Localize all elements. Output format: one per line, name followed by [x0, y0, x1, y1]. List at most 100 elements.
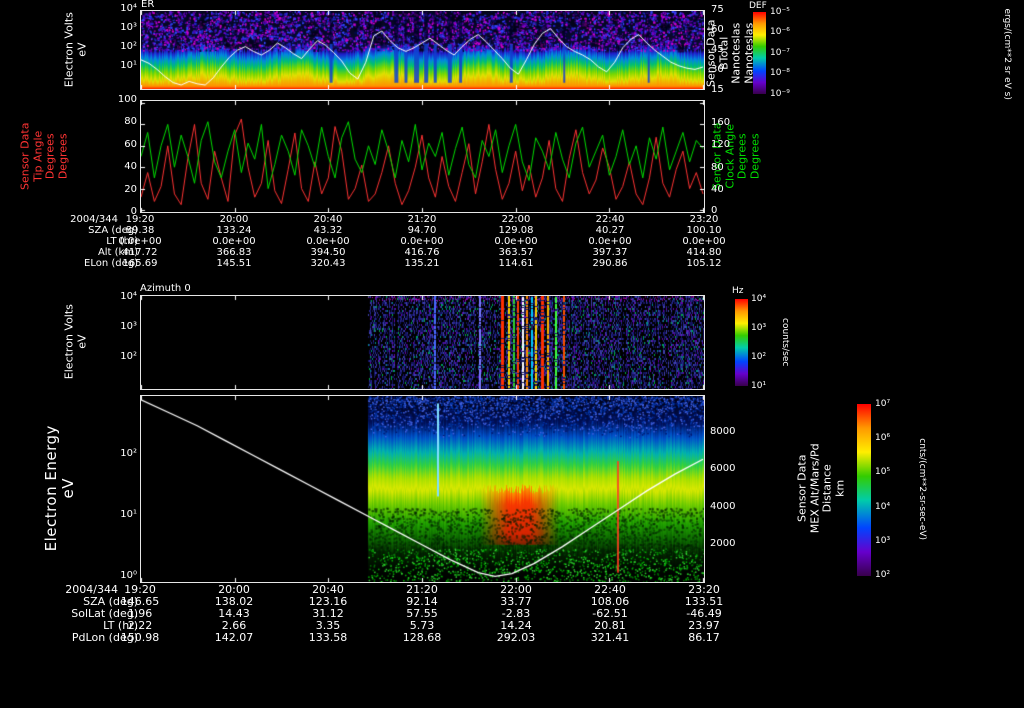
axis-label-line: Degrees [56, 133, 70, 180]
tick-label: 10⁰ [120, 570, 137, 581]
axis-label-line: eV [75, 42, 88, 57]
table-cell: 133.58 [308, 631, 348, 644]
time-tick-label: 22:00 [501, 214, 531, 225]
table-cell: 321.41 [590, 631, 630, 644]
hz-colorbar [735, 299, 748, 386]
axis-label-line: Degrees [748, 133, 762, 180]
tick-label: 10⁴ [120, 291, 137, 302]
counts-colorbar-units-label: cnts/(cm**2-sr-sec-eV) [917, 438, 928, 541]
def-colorbar-title: DEF [749, 1, 767, 11]
tick-label: 10⁶ [875, 433, 891, 443]
tick-label: 10⁻⁷ [770, 48, 790, 58]
er-panel-title: ER [141, 0, 155, 10]
tick-label: 10⁻⁵ [770, 7, 790, 17]
tick-label: 10³ [120, 22, 137, 33]
time-tick-label: 23:20 [689, 214, 719, 225]
tick-label: 4000 [710, 501, 736, 512]
tick-label: 10¹ [120, 60, 137, 71]
hz-colorbar-title: Hz [732, 286, 744, 296]
azimuth-spectrogram-canvas [141, 296, 704, 389]
time-tick-label: 20:40 [313, 214, 343, 225]
table-cell: 31.12 [312, 607, 344, 620]
table-cell: 363.57 [498, 247, 534, 258]
table-cell: 89.38 [125, 225, 155, 236]
table-cell: 108.06 [590, 595, 630, 608]
table-cell: 14.43 [218, 607, 250, 620]
tick-label: 2000 [710, 538, 736, 549]
table-cell: 0.0e+00 [306, 236, 350, 247]
axis-label-line: eV [59, 478, 77, 499]
azimuth-spectrogram-panel [140, 295, 705, 390]
axis-label-line: Electron Volts [62, 12, 76, 88]
tick-label: 10² [751, 352, 767, 362]
tick-label: 10³ [875, 536, 891, 546]
tick-label: 10⁴ [120, 3, 137, 14]
tick-label: 10² [120, 448, 137, 459]
table-cell: 92.14 [406, 595, 438, 608]
time-tick-label: 21:20 [406, 583, 438, 596]
table-cell: 0.0e+00 [118, 236, 162, 247]
clock-angle-axis-label: Sensor Data Clock Angle Degrees Degrees [711, 96, 763, 216]
table-cell: 123.16 [308, 595, 348, 608]
tick-label: 60 [124, 139, 137, 150]
table-cell: 1.96 [127, 607, 153, 620]
table-cell: 5.73 [409, 619, 435, 632]
tick-label: 10⁴ [751, 294, 767, 304]
time-tick-label: 19:20 [124, 583, 156, 596]
table-cell: 320.43 [310, 258, 346, 269]
table-cell: 2.66 [221, 619, 247, 632]
table-cell: 150.98 [120, 631, 160, 644]
er-spectrogram-canvas [141, 11, 704, 89]
tick-label: 45 [711, 44, 724, 55]
table-cell: 394.50 [310, 247, 346, 258]
table-cell: -46.49 [686, 607, 722, 620]
tick-label: 160 [711, 117, 731, 128]
tick-label: 75 [711, 4, 724, 15]
tick-label: 10¹ [120, 509, 137, 520]
table-cell: 0.0e+00 [682, 236, 726, 247]
axis-label-line: Electron Volts [62, 304, 76, 380]
table-cell: 146.65 [120, 595, 160, 608]
table-cell: 145.51 [216, 258, 252, 269]
table-cell: 165.69 [122, 258, 158, 269]
time-tick-label: 22:00 [500, 583, 532, 596]
tick-label: 10⁴ [875, 502, 891, 512]
tick-label: 15 [711, 84, 724, 95]
tick-label: 40 [711, 184, 724, 195]
table-cell: -2.83 [501, 607, 531, 620]
time-tick-label: 23:20 [688, 583, 720, 596]
table-cell: 416.76 [404, 247, 440, 258]
tick-label: 30 [711, 64, 724, 75]
energy-spectrogram-panel [140, 395, 705, 583]
table-cell: 129.08 [498, 225, 534, 236]
counts-colorbar [857, 404, 871, 576]
plot-page: ER Electron Volts eV Sensor Data BTotal Nan… [0, 0, 1024, 708]
table-cell: 397.37 [592, 247, 628, 258]
table-cell: -62.51 [592, 607, 628, 620]
axis-label-line: km [833, 479, 847, 497]
tick-label: 10² [875, 570, 891, 580]
table-cell: 0.0e+00 [494, 236, 538, 247]
tick-label: 40 [124, 161, 137, 172]
tick-label: 60 [711, 24, 724, 35]
axis-label-line: Sensor Data [18, 122, 32, 191]
table-cell: 114.61 [498, 258, 534, 269]
tick-label: 100 [117, 94, 137, 105]
table-cell: 133.24 [216, 225, 252, 236]
def-colorbar [753, 12, 766, 94]
axis-label-line: Sensor Data [795, 454, 809, 523]
table-cell: 94.70 [407, 225, 437, 236]
time-tick-label: 19:20 [125, 214, 155, 225]
table-cell: 2.22 [127, 619, 153, 632]
table-cell: 133.51 [684, 595, 724, 608]
tick-label: 120 [711, 139, 731, 150]
tick-label: 10⁻⁶ [770, 27, 790, 37]
table-cell: 40.27 [595, 225, 625, 236]
table-cell: 142.07 [214, 631, 254, 644]
axis-label-line: eV [75, 334, 88, 349]
table-cell: 0.0e+00 [212, 236, 256, 247]
energy-spectrogram-canvas [141, 396, 704, 582]
hz-colorbar-units-label: counts/sec [780, 318, 791, 367]
table-cell: 3.35 [315, 619, 341, 632]
axis-label-line: Electron Energy [41, 425, 60, 552]
